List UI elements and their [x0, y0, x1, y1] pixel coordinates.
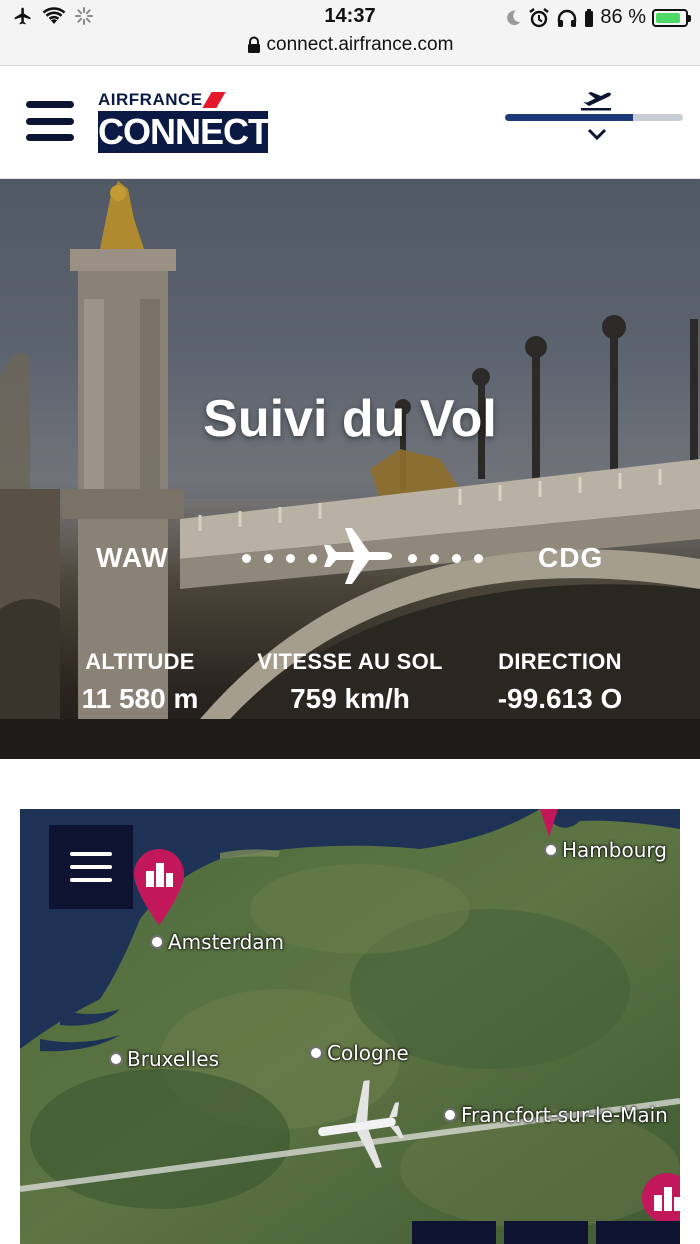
stat-label: VITESSE AU SOL — [257, 649, 443, 674]
battery-level — [656, 12, 681, 23]
headphones-icon — [558, 9, 577, 27]
page-title: Suivi du Vol — [203, 390, 497, 448]
stat-value: -99.613 O — [497, 683, 623, 714]
menu-bar-1 — [26, 101, 74, 108]
route-dots-left — [242, 554, 317, 563]
stat-label: ALTITUDE — [85, 649, 195, 674]
city-dot-icon — [309, 1046, 323, 1060]
airfrance-connect-logo[interactable]: AIRFRANCE CONNECT — [98, 91, 270, 153]
battery-icon — [652, 8, 691, 27]
flight-progress-fill — [505, 114, 634, 121]
route-dots-right — [408, 554, 483, 563]
menu-bar-2 — [26, 117, 74, 125]
status-bar: 14:37 86 % connect.airfrance.com — [0, 0, 700, 66]
alarm-icon — [529, 7, 550, 27]
app-header: AIRFRANCE CONNECT — [0, 67, 700, 179]
stat-value: 11 580 m — [81, 683, 199, 714]
stat-altitude: ALTITUDE 11 580 m — [70, 649, 210, 715]
chevron-down-icon — [587, 128, 607, 141]
logo-top: AIRFRANCE — [98, 91, 268, 109]
address-bar[interactable]: connect.airfrance.com — [0, 34, 700, 56]
city-dot-icon — [150, 935, 164, 949]
menu-bar-3 — [26, 134, 74, 141]
lock-icon — [247, 36, 260, 53]
city-label: Francfort-sur-le-Main — [461, 1103, 668, 1127]
city-dot-icon — [109, 1052, 123, 1066]
city-label: Hambourg — [562, 838, 667, 862]
logo-stripe-icon — [201, 92, 226, 108]
city-bruxelles[interactable]: Bruxelles — [109, 1047, 219, 1071]
map-control-button-3[interactable] — [596, 1221, 680, 1244]
origin-airport: WAW — [96, 542, 169, 573]
flight-map[interactable]: Amsterdam Hambourg Bruxelles Cologne Fra… — [20, 809, 680, 1244]
city-amsterdam[interactable]: Amsterdam — [150, 930, 284, 954]
flight-stats: ALTITUDE 11 580 m VITESSE AU SOL 759 km/… — [0, 649, 700, 719]
map-menu-bar-1 — [70, 852, 112, 856]
city-label: Bruxelles — [127, 1047, 219, 1071]
takeoff-icon — [581, 92, 611, 111]
logo-wordmark: AIRFRANCE — [98, 90, 203, 109]
city-hambourg[interactable]: Hambourg — [544, 838, 667, 862]
flight-progress-bar — [505, 114, 683, 121]
map-menu-bar-2 — [70, 865, 112, 869]
logo-connect: CONNECT — [98, 111, 270, 153]
map-control-button-1[interactable] — [412, 1221, 496, 1244]
flight-progress-toggle[interactable] — [505, 87, 685, 157]
stat-label: DIRECTION — [498, 649, 622, 674]
map-control-button-2[interactable] — [504, 1221, 588, 1244]
city-landmark-pin-icon[interactable] — [132, 847, 186, 927]
menu-button[interactable] — [26, 101, 74, 141]
city-cologne[interactable]: Cologne — [309, 1041, 409, 1065]
city-dot-icon — [443, 1108, 457, 1122]
status-right-icons: 86 % — [504, 6, 691, 29]
city-francfort[interactable]: Francfort-sur-le-Main — [443, 1103, 668, 1127]
destination-airport: CDG — [538, 542, 604, 573]
stat-ground-speed: VITESSE AU SOL 759 km/h — [245, 649, 455, 715]
flight-tracking-hero: Suivi du Vol WAW CDG ALTITUDE 11 580 m V… — [0, 179, 700, 759]
city-label: Amsterdam — [168, 930, 285, 954]
flight-route: WAW CDG — [0, 524, 700, 594]
map-menu-button[interactable] — [49, 825, 133, 909]
stat-direction: DIRECTION -99.613 O — [480, 649, 640, 715]
moon-icon — [507, 10, 521, 25]
stat-value: 759 km/h — [290, 683, 410, 714]
battery-small-icon — [585, 8, 594, 27]
city-label: Cologne — [327, 1041, 409, 1065]
battery-percent: 86 % — [600, 6, 646, 28]
airplane-icon — [324, 528, 392, 584]
map-menu-bar-3 — [70, 878, 112, 882]
city-dot-icon — [544, 843, 558, 857]
url-text: connect.airfrance.com — [266, 34, 454, 55]
